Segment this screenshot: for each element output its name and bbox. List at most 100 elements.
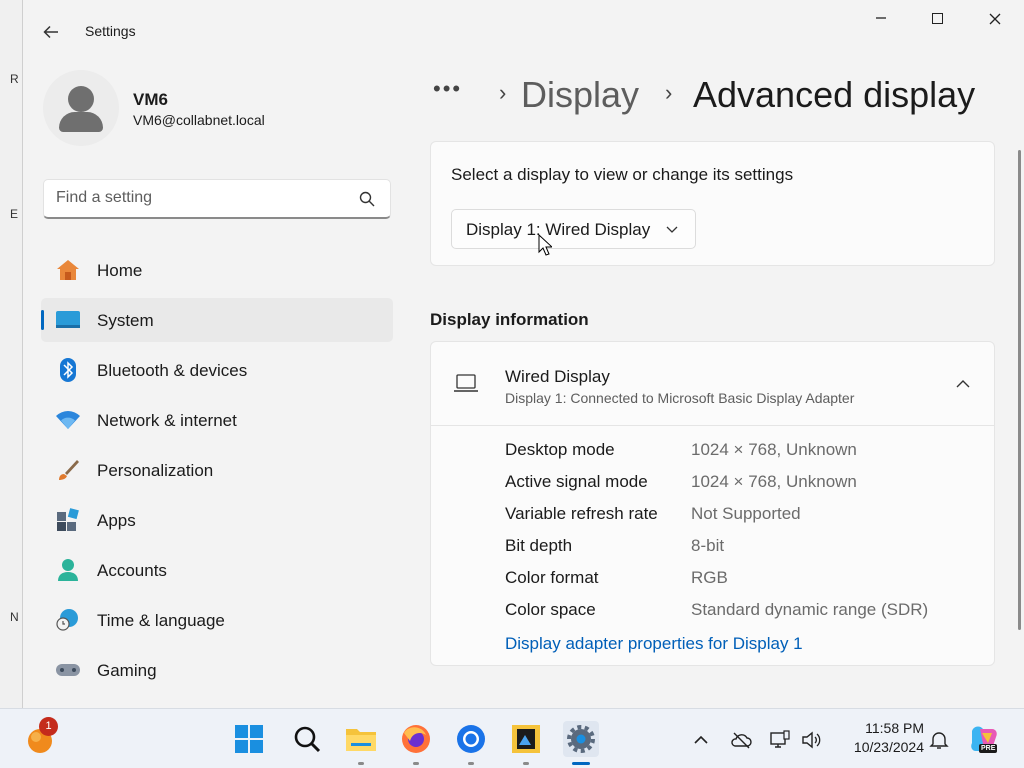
chrome-icon[interactable]: [453, 721, 489, 765]
desktop-icon-fragment: N: [10, 610, 19, 624]
sidebar-item-label: Time & language: [97, 611, 225, 630]
bluetooth-icon: [60, 358, 76, 382]
sidebar-item-accounts[interactable]: Accounts: [41, 548, 393, 592]
info-row: Color space Standard dynamic range (SDR): [505, 598, 975, 630]
info-label: Desktop mode: [505, 440, 615, 459]
home-icon: [57, 260, 79, 280]
maximize-button[interactable]: [909, 0, 965, 40]
firefox-icon[interactable]: [398, 721, 434, 765]
page-title: Advanced display: [693, 74, 976, 115]
mouse-cursor-icon: [538, 234, 552, 256]
notification-bell-icon[interactable]: [928, 729, 950, 751]
sidebar-item-system[interactable]: System: [41, 298, 393, 342]
display-dropdown-value: Display 1: Wired Display: [466, 220, 651, 239]
scrollbar[interactable]: [1018, 150, 1021, 630]
info-row: Color format RGB: [505, 566, 975, 598]
display-name: Wired Display: [505, 367, 610, 386]
maximize-icon: [931, 13, 943, 25]
taskbar: 11:58 PM 10/23/2024 PRE: [0, 708, 1024, 768]
breadcrumb-separator: ›: [665, 80, 673, 105]
display-info-header[interactable]: Wired Display Display 1: Connected to Mi…: [431, 342, 994, 426]
sidebar-item-personalization[interactable]: Personalization: [41, 448, 393, 492]
app-icon[interactable]: [508, 721, 544, 765]
info-row: Bit depth 8-bit: [505, 534, 975, 566]
sidebar-item-apps[interactable]: Apps: [41, 498, 393, 542]
desktop-icon-fragment: R: [10, 72, 19, 86]
file-explorer-icon[interactable]: [343, 721, 379, 765]
clock-time: 11:58 PM: [865, 720, 924, 736]
info-row: Active signal mode 1024 × 768, Unknown: [505, 470, 975, 502]
sidebar-item-gaming[interactable]: Gaming: [41, 648, 393, 692]
display-select-title: Select a display to view or change its s…: [451, 165, 794, 184]
sidebar-item-label: System: [97, 311, 154, 330]
chevron-up-icon[interactable]: [955, 378, 971, 390]
sidebar-item-home[interactable]: Home: [41, 248, 393, 292]
info-label: Active signal mode: [505, 472, 648, 491]
sidebar-item-time-language[interactable]: Time & language: [41, 598, 393, 642]
sidebar-item-bluetooth[interactable]: Bluetooth & devices: [41, 348, 393, 392]
search-taskbar-icon[interactable]: [289, 721, 325, 757]
sidebar-item-label: Personalization: [97, 461, 214, 480]
notification-badge: 1: [39, 717, 58, 736]
avatar[interactable]: [43, 70, 119, 146]
copilot-tag: PRE: [979, 744, 998, 753]
sidebar-item-label: Apps: [97, 511, 136, 530]
info-value: 1024 × 768, Unknown: [691, 472, 857, 491]
close-button[interactable]: [967, 0, 1023, 40]
display-select-card: Select a display to view or change its s…: [430, 141, 995, 266]
clock-date: 10/23/2024: [853, 739, 924, 755]
display-info-rows: Desktop mode 1024 × 768, Unknown Active …: [505, 438, 975, 630]
avatar-body-icon: [59, 112, 103, 132]
breadcrumb-separator: ›: [499, 80, 507, 105]
image-app-icon: [512, 725, 540, 753]
info-value: 8-bit: [691, 536, 725, 555]
search-input[interactable]: [56, 189, 346, 207]
breadcrumb-display-link[interactable]: Display: [521, 74, 639, 116]
sidebar-item-label: Network & internet: [97, 411, 237, 430]
info-value: Standard dynamic range (SDR): [691, 600, 929, 619]
brush-icon: [59, 460, 79, 480]
section-title: Display information: [430, 310, 589, 329]
sidebar-item-label: Home: [97, 261, 143, 280]
info-label: Color format: [505, 568, 599, 587]
info-label: Color space: [505, 600, 596, 619]
back-arrow-icon: [43, 25, 58, 39]
start-icon[interactable]: [231, 721, 267, 757]
display-adapter-properties-link[interactable]: Display adapter properties for Display 1: [505, 634, 803, 654]
display-subtitle: Display 1: Connected to Microsoft Basic …: [505, 390, 855, 406]
avatar-head-icon: [68, 86, 94, 112]
info-value: Not Supported: [691, 504, 801, 523]
volume-icon[interactable]: [800, 729, 822, 751]
settings-window: Settings VM6 VM6@collabnet.local Home Sy…: [22, 0, 1024, 708]
back-button[interactable]: [37, 18, 65, 46]
desktop-background: R E N: [0, 0, 22, 708]
sidebar-item-label: Accounts: [97, 561, 167, 580]
chevron-up-tray-icon[interactable]: [690, 729, 712, 751]
apps-icon: [57, 508, 79, 531]
search-icon[interactable]: [358, 190, 376, 208]
display-dropdown[interactable]: Display 1: Wired Display: [451, 209, 696, 249]
settings-taskbar-icon[interactable]: [563, 721, 599, 765]
sidebar-item-label: Gaming: [97, 661, 157, 680]
app-title: Settings: [85, 23, 136, 39]
network-icon[interactable]: [769, 729, 791, 751]
sidebar-item-network[interactable]: Network & internet: [41, 398, 393, 442]
info-value: 1024 × 768, Unknown: [691, 440, 857, 459]
user-name: VM6: [133, 90, 168, 109]
sidebar-nav: Home System Bluetooth & devices Network …: [41, 248, 393, 698]
info-label: Bit depth: [505, 536, 573, 555]
browser-logo-icon: [457, 725, 485, 753]
onedrive-offline-icon[interactable]: [730, 729, 752, 751]
folder-icon: [346, 729, 376, 751]
breadcrumb-more-button[interactable]: •••: [433, 76, 462, 102]
info-row: Desktop mode 1024 × 768, Unknown: [505, 438, 975, 470]
search-box[interactable]: [43, 179, 391, 219]
system-icon: [56, 311, 80, 328]
wifi-icon: [56, 411, 80, 429]
laptop-icon: [454, 374, 478, 392]
clock[interactable]: 11:58 PM 10/23/2024: [838, 719, 924, 757]
copilot-icon[interactable]: PRE: [966, 721, 1002, 757]
accounts-icon: [58, 559, 78, 581]
minimize-button[interactable]: [853, 0, 909, 40]
title-bar: Settings: [23, 0, 1024, 62]
